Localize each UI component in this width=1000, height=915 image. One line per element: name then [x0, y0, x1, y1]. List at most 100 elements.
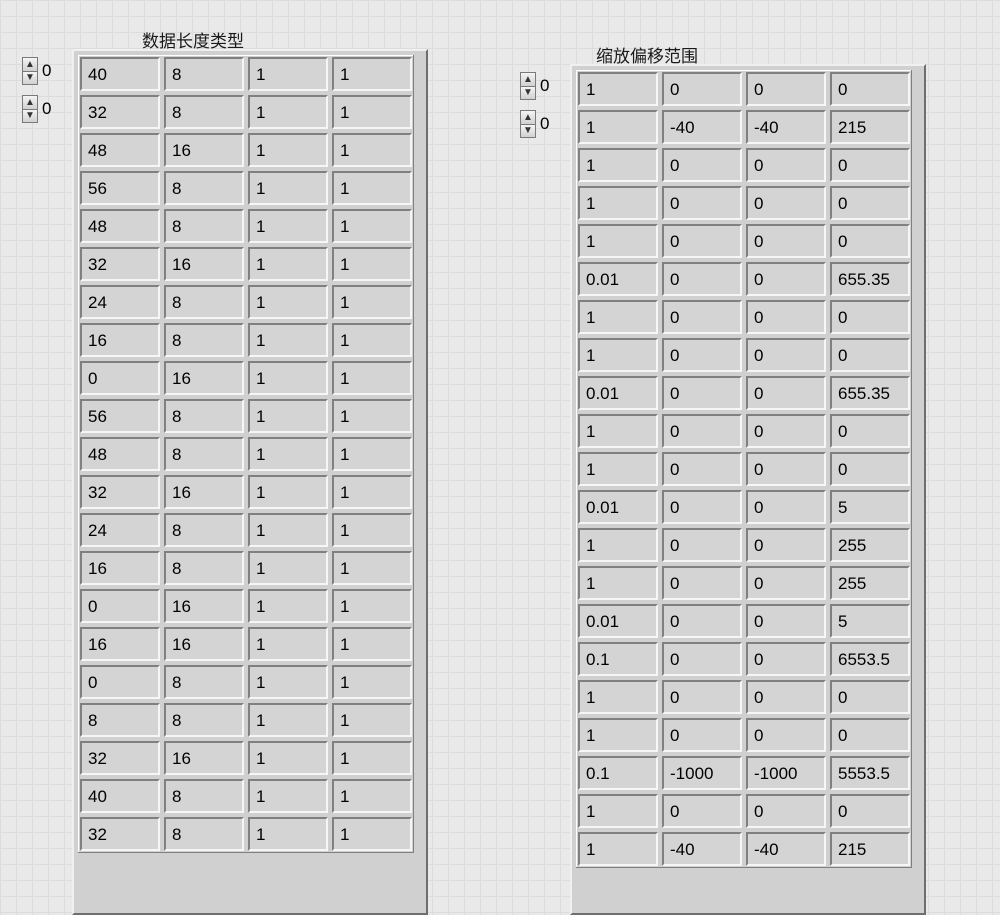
array-cell[interactable]: 5553.5: [830, 756, 910, 790]
array-cell[interactable]: 1: [332, 95, 412, 129]
array-cell[interactable]: 1: [578, 224, 658, 258]
array-cell[interactable]: 1: [578, 528, 658, 562]
array-cell[interactable]: 0: [662, 642, 742, 676]
array-cell[interactable]: 56: [80, 399, 160, 433]
array-cell[interactable]: -40: [662, 832, 742, 866]
array-cell[interactable]: 1: [248, 57, 328, 91]
array-cell[interactable]: 0: [662, 718, 742, 752]
array-cell[interactable]: 1: [332, 133, 412, 167]
array-cell[interactable]: 0: [662, 300, 742, 334]
array-cell[interactable]: 0: [746, 718, 826, 752]
array-cell[interactable]: -40: [662, 110, 742, 144]
array-cell[interactable]: 16: [164, 133, 244, 167]
array-cell[interactable]: 8: [164, 513, 244, 547]
array-cell[interactable]: 0: [662, 72, 742, 106]
array-cell[interactable]: 1: [332, 513, 412, 547]
array-cell[interactable]: 0: [746, 528, 826, 562]
array-cell[interactable]: 8: [164, 209, 244, 243]
array-cell[interactable]: 0: [746, 680, 826, 714]
array-cell[interactable]: 1: [332, 171, 412, 205]
array-cell[interactable]: 16: [80, 627, 160, 661]
array-cell[interactable]: -40: [746, 832, 826, 866]
array-cell[interactable]: 1: [248, 171, 328, 205]
array-cell[interactable]: 1: [248, 589, 328, 623]
array-cell[interactable]: 0: [830, 414, 910, 448]
array-cell[interactable]: 0.01: [578, 604, 658, 638]
array-cell[interactable]: 48: [80, 437, 160, 471]
array-cell[interactable]: 0: [662, 566, 742, 600]
array-cell[interactable]: 0: [662, 604, 742, 638]
array-cell[interactable]: 1: [248, 817, 328, 851]
array-cell[interactable]: 255: [830, 566, 910, 600]
array-cell[interactable]: 0: [830, 72, 910, 106]
array-cell[interactable]: -1000: [662, 756, 742, 790]
left-index-col-up[interactable]: ▲: [22, 95, 38, 109]
array-cell[interactable]: 56: [80, 171, 160, 205]
right-index-row-value[interactable]: 0: [540, 76, 558, 96]
array-cell[interactable]: 1: [248, 475, 328, 509]
array-cell[interactable]: 1: [332, 665, 412, 699]
left-index-col-value[interactable]: 0: [42, 99, 60, 119]
array-cell[interactable]: 48: [80, 209, 160, 243]
right-index-row-up[interactable]: ▲: [520, 72, 536, 86]
array-cell[interactable]: 1: [332, 437, 412, 471]
array-cell[interactable]: 1: [248, 741, 328, 775]
array-cell[interactable]: 215: [830, 832, 910, 866]
right-index-col-value[interactable]: 0: [540, 114, 558, 134]
array-cell[interactable]: 1: [332, 247, 412, 281]
array-cell[interactable]: 0.01: [578, 490, 658, 524]
array-cell[interactable]: 1: [578, 110, 658, 144]
array-cell[interactable]: 0: [80, 361, 160, 395]
array-cell[interactable]: 16: [80, 323, 160, 357]
array-cell[interactable]: 1: [332, 361, 412, 395]
array-cell[interactable]: 8: [164, 399, 244, 433]
array-cell[interactable]: 0: [830, 148, 910, 182]
array-cell[interactable]: 1: [578, 148, 658, 182]
array-cell[interactable]: 32: [80, 247, 160, 281]
array-cell[interactable]: 8: [164, 95, 244, 129]
array-cell[interactable]: 1: [248, 627, 328, 661]
array-cell[interactable]: 0.1: [578, 642, 658, 676]
array-cell[interactable]: 0: [662, 680, 742, 714]
array-cell[interactable]: 1: [578, 566, 658, 600]
array-cell[interactable]: 0: [662, 224, 742, 258]
left-index-col-down[interactable]: ▼: [22, 109, 38, 123]
array-cell[interactable]: 0: [746, 148, 826, 182]
array-cell[interactable]: 1: [248, 247, 328, 281]
array-cell[interactable]: 1: [248, 361, 328, 395]
array-cell[interactable]: 1: [578, 680, 658, 714]
array-cell[interactable]: 0.01: [578, 262, 658, 296]
array-cell[interactable]: 8: [164, 285, 244, 319]
array-cell[interactable]: 0: [830, 680, 910, 714]
array-cell[interactable]: 1: [248, 133, 328, 167]
array-cell[interactable]: 16: [164, 741, 244, 775]
array-cell[interactable]: 1: [578, 452, 658, 486]
array-cell[interactable]: 0: [662, 376, 742, 410]
array-cell[interactable]: 1: [332, 209, 412, 243]
array-cell[interactable]: 1: [578, 414, 658, 448]
array-cell[interactable]: 1: [248, 399, 328, 433]
left-index-row-up[interactable]: ▲: [22, 57, 38, 71]
array-cell[interactable]: 8: [164, 57, 244, 91]
array-cell[interactable]: 0: [830, 338, 910, 372]
array-cell[interactable]: 8: [164, 779, 244, 813]
array-cell[interactable]: 0.01: [578, 376, 658, 410]
array-cell[interactable]: 0: [746, 186, 826, 220]
array-cell[interactable]: 32: [80, 95, 160, 129]
array-cell[interactable]: 0: [746, 566, 826, 600]
array-cell[interactable]: -40: [746, 110, 826, 144]
array-cell[interactable]: 1: [578, 338, 658, 372]
left-index-row[interactable]: ▲ ▼ 0: [22, 57, 60, 85]
array-cell[interactable]: 5: [830, 604, 910, 638]
array-cell[interactable]: 1: [332, 323, 412, 357]
array-cell[interactable]: 0: [80, 589, 160, 623]
array-cell[interactable]: 8: [80, 703, 160, 737]
array-cell[interactable]: 1: [332, 817, 412, 851]
array-cell[interactable]: 1: [332, 475, 412, 509]
array-cell[interactable]: 0: [662, 528, 742, 562]
array-cell[interactable]: 0: [746, 376, 826, 410]
array-cell[interactable]: 48: [80, 133, 160, 167]
array-cell[interactable]: 0: [662, 148, 742, 182]
array-cell[interactable]: 0: [746, 414, 826, 448]
array-cell[interactable]: 1: [248, 285, 328, 319]
